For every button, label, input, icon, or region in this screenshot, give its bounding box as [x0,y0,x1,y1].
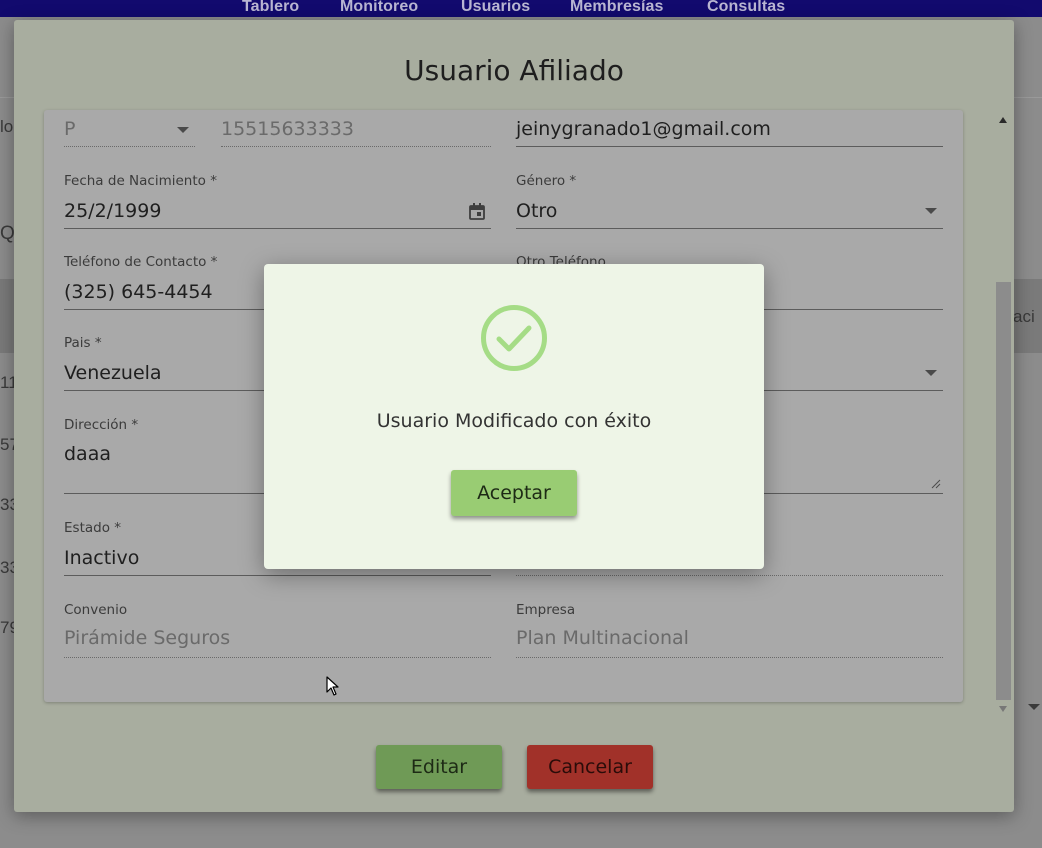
scroll-up-icon[interactable] [999,117,1007,123]
scroll-down-icon[interactable] [999,706,1007,712]
doc-type-value: P [64,118,76,140]
birth-date-field[interactable]: Fecha de Nacimiento * 25/2/1999 [64,173,491,230]
scrollbar-thumb[interactable] [996,282,1011,700]
address-label: Dirección * [64,417,139,433]
field-underline [64,657,491,658]
calendar-icon[interactable] [469,203,485,220]
nav-item-monitoreo[interactable]: Monitoreo [340,0,418,16]
field-underline [221,146,491,147]
company-value: Plan Multinacional [516,627,689,649]
cancel-button[interactable]: Cancelar [527,745,653,789]
email-value: jeinygranado1@gmail.com [516,118,771,140]
resize-handle-icon[interactable] [931,479,941,489]
gender-label: Género * [516,173,577,189]
background-text: lo [0,117,14,136]
chevron-down-icon [925,208,937,214]
phone-value: (325) 645-4454 [64,281,213,303]
country-value: Venezuela [64,362,162,384]
success-alert: Usuario Modificado con éxito Aceptar [264,264,764,569]
edit-button[interactable]: Editar [376,745,502,789]
agreement-label: Convenio [64,602,128,618]
gender-select[interactable]: Género * Otro [516,173,943,230]
nav-item-tablero[interactable]: Tablero [242,0,299,16]
birth-date-label: Fecha de Nacimiento * [64,173,217,189]
field-underline [516,228,943,229]
nav-item-consultas[interactable]: Consultas [707,0,785,16]
country-label: Pais * [64,335,102,351]
chevron-down-icon [925,370,937,376]
doc-type-select[interactable]: P [64,118,195,148]
field-underline [64,228,491,229]
field-underline [64,146,195,147]
address-value: daaa [64,443,111,465]
agreement-field: Convenio Pirámide Seguros [64,602,491,659]
doc-number-input[interactable]: 15515633333 [221,118,491,148]
field-underline [64,575,491,576]
background-text: aci [1013,307,1035,326]
nav-item-usuarios[interactable]: Usuarios [461,0,530,16]
field-underline [516,146,943,147]
birth-date-value: 25/2/1999 [64,200,162,222]
field-underline [516,657,943,658]
check-circle-icon [481,305,547,371]
gender-value: Otro [516,200,558,222]
phone-label: Teléfono de Contacto * [64,254,218,270]
chevron-down-icon [1028,704,1040,710]
accept-button[interactable]: Aceptar [451,470,577,516]
top-navigation: Tablero Monitoreo Usuarios Membresías Co… [0,0,1042,17]
company-label: Empresa [516,602,576,618]
company-field: Empresa Plan Multinacional [516,602,943,659]
email-field[interactable]: jeinygranado1@gmail.com [516,118,943,148]
status-value: Inactivo [64,547,140,569]
mouse-cursor-icon [326,676,339,696]
dialog-title: Usuario Afiliado [404,54,624,87]
chevron-down-icon [177,127,189,133]
field-underline [516,575,943,576]
background-text: Q [0,223,15,244]
status-label: Estado * [64,520,121,536]
alert-message: Usuario Modificado con éxito [376,410,652,432]
agreement-value: Pirámide Seguros [64,627,231,649]
nav-item-membresias[interactable]: Membresías [570,0,664,16]
doc-number-value: 15515633333 [221,118,354,140]
